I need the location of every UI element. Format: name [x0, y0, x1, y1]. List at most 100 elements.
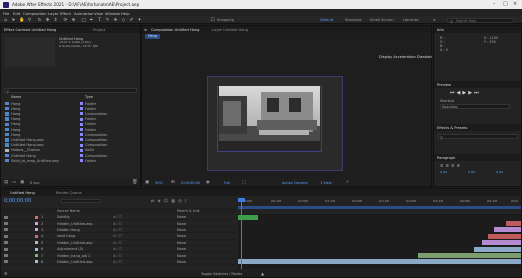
workspace-standard[interactable]: Standard [345, 18, 361, 22]
hand-tool-icon[interactable]: ✋ [19, 18, 25, 23]
new-folder-icon[interactable]: ▭ [12, 180, 16, 185]
composition-menu-icon[interactable]: ≡ [144, 28, 147, 32]
layer-duration-bar[interactable] [482, 240, 521, 246]
menu-edit[interactable]: Edit [13, 11, 20, 16]
visibility-icon[interactable] [4, 260, 8, 264]
menu-view[interactable]: View [94, 11, 103, 16]
fast-previews-icon[interactable]: ⚡ [346, 180, 349, 185]
tab-paragraph[interactable]: Paragraph [437, 156, 455, 160]
snapshot-icon[interactable]: ◉ [206, 180, 210, 185]
trash-icon[interactable]: 🗑 [132, 180, 138, 185]
effects-search-input[interactable]: ⚲ [438, 134, 518, 140]
tab-timeline-comp[interactable]: Untitled Hang [10, 191, 35, 195]
graph-editor-icon[interactable]: ⌇ [185, 198, 190, 203]
minimize-icon[interactable]: – [493, 1, 496, 7]
layer-duration-bar[interactable] [488, 233, 521, 239]
shortcut-dropdown[interactable]: Spacebar [440, 104, 510, 109]
anchor-tool-icon[interactable]: ⊕ [71, 18, 76, 23]
visibility-icon[interactable] [4, 228, 8, 232]
indent-left-value[interactable]: 0 px [440, 171, 447, 175]
tab-project[interactable]: Effect Controls Untitled Hang [4, 28, 56, 32]
work-area-bar[interactable] [238, 206, 521, 209]
selection-tool-icon[interactable]: ➤ [11, 18, 16, 23]
tab-effects-presets[interactable]: Effects & Presets [437, 126, 467, 130]
layer-duration-bar[interactable] [238, 259, 521, 265]
tab-layer[interactable]: Layer Untitled Hang [212, 28, 248, 32]
menu-animation[interactable]: Animation [74, 11, 93, 16]
menu-help[interactable]: Help [121, 11, 130, 16]
rotation-tool-icon[interactable]: ⟳ [63, 18, 68, 23]
parent-link-header[interactable]: Parent & Link [177, 209, 200, 213]
camera-dropdown[interactable]: Active Camera [282, 181, 308, 185]
workspace-default[interactable]: Default [320, 18, 333, 22]
motion-blur-icon[interactable]: ◎ [178, 198, 185, 203]
column-type-header[interactable]: Type [85, 95, 93, 99]
workspace-libraries[interactable]: Libraries [403, 18, 419, 22]
playhead-handle[interactable] [238, 198, 245, 202]
column-name-header[interactable]: Name [11, 95, 21, 99]
source-name-header[interactable]: Source Name [57, 209, 80, 213]
project-search-input[interactable]: ⚲ [4, 88, 137, 94]
list-item[interactable]: Solid_to_map_Untitled.aep Folder [3, 158, 128, 163]
tab-preview[interactable]: Preview [437, 83, 451, 87]
visibility-icon[interactable] [4, 221, 8, 225]
zoom-tool-icon[interactable]: ⚲ [27, 18, 32, 23]
timeline-current-time[interactable]: 0;00;00;00 [4, 198, 31, 204]
tab-render-queue[interactable]: Render Queue [56, 191, 82, 195]
region-of-interest-icon[interactable]: ⬚ [242, 180, 246, 185]
visibility-icon[interactable] [4, 234, 8, 238]
workspace-menu-icon[interactable]: » [432, 18, 437, 23]
workspace-small-screen[interactable]: Small Screen [370, 18, 393, 22]
playhead[interactable] [241, 198, 242, 269]
tab-effect-controls[interactable]: Project [93, 28, 105, 32]
tab-info[interactable]: Info [437, 28, 444, 32]
close-icon[interactable]: × [513, 1, 517, 7]
menu-composition[interactable]: Composition [23, 11, 47, 16]
eraser-tool-icon[interactable]: ◇ [121, 18, 126, 23]
orbit-camera-icon[interactable]: ↻ [37, 18, 42, 23]
stamp-tool-icon[interactable]: ⎈ [113, 18, 118, 23]
timeline-search-input[interactable] [61, 199, 101, 203]
type-tool-icon[interactable]: T [97, 18, 102, 23]
visibility-icon[interactable] [4, 253, 8, 257]
pen-tool-icon[interactable]: ✒ [89, 18, 94, 23]
new-composition-icon[interactable]: ▣ [20, 180, 24, 185]
track-area[interactable] [238, 198, 521, 269]
snapping-checkbox[interactable]: ☐ [210, 18, 215, 23]
search-help-input[interactable]: ⚲ Search Help [447, 17, 514, 24]
always-preview-icon[interactable]: ▣ [145, 180, 149, 185]
bit-depth-button[interactable]: 8 bpc [30, 181, 40, 185]
toggle-switches-modes[interactable]: Toggle Switches / Modes [201, 272, 242, 276]
layer-switches-icon[interactable]: ⚙ [4, 271, 8, 276]
interpret-footage-icon[interactable]: ▤ [4, 180, 8, 185]
zoom-out-icon[interactable]: ▲ [261, 271, 264, 276]
home-icon[interactable]: ⌂ [3, 18, 8, 23]
visibility-icon[interactable] [4, 241, 8, 245]
indent-right-value[interactable]: 0 px [496, 171, 503, 175]
rectangle-tool-icon[interactable]: □ [81, 18, 86, 23]
roto-brush-icon[interactable]: ✐ [129, 18, 134, 23]
justify-icon[interactable]: ≡ [457, 163, 463, 168]
menu-file[interactable]: File [3, 11, 9, 16]
puppet-pin-icon[interactable]: ✦ [137, 18, 142, 23]
visibility-icon[interactable] [4, 215, 8, 219]
composition-breadcrumb[interactable]: Hang [145, 34, 160, 39]
magnification-dropdown[interactable]: 50% [155, 181, 163, 185]
time-ruler[interactable]: 0:00f 00:15f 01:00f 01:15f 02:00f 02:15f… [238, 198, 521, 212]
indent-first-value[interactable]: 0 px [468, 171, 475, 175]
layer-duration-bar[interactable] [474, 246, 521, 252]
views-dropdown[interactable]: 1 View [320, 181, 332, 185]
layer-duration-bar[interactable] [506, 221, 521, 226]
table-row[interactable]: 8 Hidden_Untitled.aep ⊘ ⁄ ☐ None [1, 259, 236, 266]
menu-effect[interactable]: Effect [60, 11, 71, 16]
current-time-display[interactable]: 0;00;00;00 [181, 181, 200, 185]
dolly-camera-icon[interactable]: ⇕ [53, 18, 58, 23]
visibility-icon[interactable] [4, 247, 8, 251]
brush-tool-icon[interactable]: ✎ [105, 18, 110, 23]
tab-composition[interactable]: Composition Untitled Hang [151, 28, 199, 32]
layer-duration-bar[interactable] [494, 227, 521, 233]
menu-window[interactable]: Window [105, 11, 120, 16]
resolution-dropdown[interactable]: Full [224, 181, 230, 185]
layer-duration-bar[interactable] [418, 253, 521, 258]
maximize-icon[interactable]: □ [503, 1, 508, 7]
